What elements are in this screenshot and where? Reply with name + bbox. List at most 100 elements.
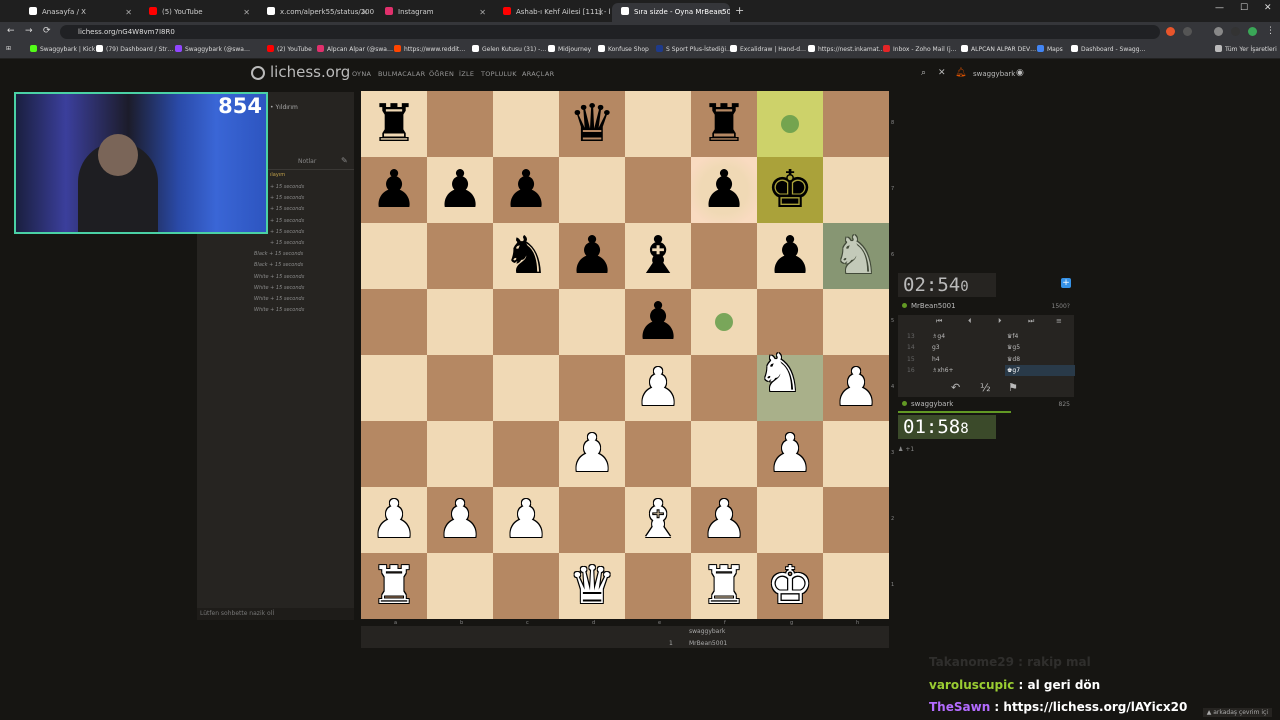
square-e7[interactable]: [625, 157, 691, 223]
square-a6[interactable]: [361, 223, 427, 289]
square-c6[interactable]: ♞: [493, 223, 559, 289]
square-b3[interactable]: [427, 421, 493, 487]
white-pawn-icon[interactable]: ♟: [503, 494, 550, 546]
square-c1[interactable]: [493, 553, 559, 619]
square-e6[interactable]: ♝: [625, 223, 691, 289]
square-c3[interactable]: [493, 421, 559, 487]
square-d6[interactable]: ♟: [559, 223, 625, 289]
browser-tab[interactable]: (5) YouTube ✕: [140, 3, 256, 22]
add-time-icon[interactable]: +: [1061, 278, 1071, 288]
square-a1[interactable]: ♜: [361, 553, 427, 619]
chat-input[interactable]: Lütfen sohbette nazik olİ: [197, 608, 354, 620]
square-a5[interactable]: [361, 289, 427, 355]
close-tab-icon[interactable]: ✕: [361, 3, 368, 22]
square-f3[interactable]: [691, 421, 757, 487]
close-tab-icon[interactable]: ✕: [717, 3, 724, 22]
bookmark-item[interactable]: ALPCAN ALPAR DEV…: [961, 45, 1036, 53]
bookmark-item[interactable]: https://www.reddit…: [394, 45, 465, 53]
nav-learn[interactable]: ÖĞREN: [429, 70, 454, 78]
square-f1[interactable]: ♜: [691, 553, 757, 619]
square-c4[interactable]: [493, 355, 559, 421]
square-f7[interactable]: ♟: [691, 157, 757, 223]
browser-tab[interactable]: Instagram ✕: [376, 3, 492, 22]
all-bookmarks[interactable]: Tüm Yer İşaretleri: [1215, 45, 1277, 53]
bookmark-item[interactable]: Maps: [1037, 45, 1063, 53]
square-c5[interactable]: [493, 289, 559, 355]
square-f4[interactable]: [691, 355, 757, 421]
extension-icon[interactable]: [1214, 27, 1223, 36]
offer-draw-button[interactable]: ½: [980, 381, 991, 394]
nav-community[interactable]: TOPLULUK: [481, 70, 517, 78]
close-icon[interactable]: ✕: [938, 68, 946, 78]
menu-icon[interactable]: ≡: [1056, 317, 1062, 325]
white-pawn-icon[interactable]: ♟: [437, 494, 484, 546]
first-move-icon[interactable]: ⏮: [936, 317, 942, 326]
square-b5[interactable]: [427, 289, 493, 355]
profile-avatar[interactable]: [1248, 27, 1257, 36]
square-d2[interactable]: [559, 487, 625, 553]
apps-icon[interactable]: ⊞: [6, 45, 11, 52]
browser-tab-active[interactable]: Sıra sizde - Oyna MrBean5001 ✕: [612, 3, 730, 22]
close-tab-icon[interactable]: ✕: [479, 3, 486, 22]
black-queen-icon[interactable]: ♛: [569, 98, 616, 150]
bookmark-item[interactable]: Inbox - Zoho Mail (j…: [883, 45, 957, 53]
extension-icon[interactable]: [1183, 27, 1192, 36]
square-e8[interactable]: [625, 91, 691, 157]
resign-flag-icon[interactable]: ⚑: [1008, 381, 1018, 394]
close-tab-icon[interactable]: ✕: [243, 3, 250, 22]
bookmark-item[interactable]: (79) Dashboard / Str…: [96, 45, 173, 53]
square-h5[interactable]: [823, 289, 889, 355]
tab-notes[interactable]: Notlar: [298, 158, 316, 165]
next-move-icon[interactable]: ⏵: [998, 317, 1002, 326]
bookmark-item[interactable]: Konfuse Shop: [598, 45, 649, 53]
url-field[interactable]: lichess.org/nG4W8vm7I8R0: [60, 25, 1160, 39]
square-d3[interactable]: ♟: [559, 421, 625, 487]
square-h2[interactable]: [823, 487, 889, 553]
close-tab-icon[interactable]: ✕: [125, 3, 132, 22]
white-pawn-icon[interactable]: ♟: [701, 494, 748, 546]
square-c2[interactable]: ♟: [493, 487, 559, 553]
square-g8[interactable]: [757, 91, 823, 157]
browser-tab[interactable]: Ashab-ı Kehf Ailesi [111] - başl…✕: [494, 3, 610, 22]
black-rook-icon[interactable]: ♜: [701, 98, 748, 150]
white-pawn-icon[interactable]: ♟: [569, 428, 616, 480]
square-f5[interactable]: [691, 289, 757, 355]
black-pawn-icon[interactable]: ♟: [767, 230, 814, 282]
black-pawn-icon[interactable]: ♟: [503, 164, 550, 216]
square-a8[interactable]: ♜: [361, 91, 427, 157]
square-f6[interactable]: [691, 223, 757, 289]
square-h7[interactable]: [823, 157, 889, 223]
black-pawn-icon[interactable]: ♟: [569, 230, 616, 282]
square-g2[interactable]: [757, 487, 823, 553]
extension-icon[interactable]: [1231, 27, 1240, 36]
square-h3[interactable]: [823, 421, 889, 487]
black-knight-icon[interactable]: ♞: [503, 230, 550, 282]
nav-play[interactable]: OYNA: [352, 70, 371, 78]
square-e2[interactable]: ♝: [625, 487, 691, 553]
square-h8[interactable]: [823, 91, 889, 157]
reload-icon[interactable]: ⟳: [43, 26, 51, 36]
white-bishop-icon[interactable]: ♝: [635, 494, 682, 546]
white-pawn-icon[interactable]: ♟: [635, 362, 682, 414]
square-f8[interactable]: ♜: [691, 91, 757, 157]
minimize-icon[interactable]: —: [1215, 3, 1224, 13]
bookmark-item[interactable]: Midjourney: [548, 45, 591, 53]
white-pawn-icon[interactable]: ♟: [767, 428, 814, 480]
prev-move-icon[interactable]: ⏴: [968, 317, 972, 326]
square-d8[interactable]: ♛: [559, 91, 625, 157]
nav-watch[interactable]: İZLE: [459, 70, 474, 78]
browser-tab[interactable]: x.com/alperk55/status/200989…✕: [258, 3, 374, 22]
nav-puzzles[interactable]: BULMACALAR: [378, 70, 426, 78]
new-tab-icon[interactable]: +: [735, 4, 744, 17]
username-menu[interactable]: swaggybark: [973, 70, 1015, 78]
square-e4[interactable]: ♟: [625, 355, 691, 421]
bookmark-item[interactable]: https://nest.inkamat…: [808, 45, 885, 53]
square-a7[interactable]: ♟: [361, 157, 427, 223]
black-pawn-icon[interactable]: ♟: [437, 164, 484, 216]
search-icon[interactable]: ⌕: [921, 68, 926, 78]
square-e1[interactable]: [625, 553, 691, 619]
back-icon[interactable]: ←: [7, 26, 15, 36]
square-d1[interactable]: ♛: [559, 553, 625, 619]
bookmark-item[interactable]: S Sport Plus-İstediği…: [656, 45, 732, 53]
black-king-icon[interactable]: ♚: [767, 164, 814, 216]
